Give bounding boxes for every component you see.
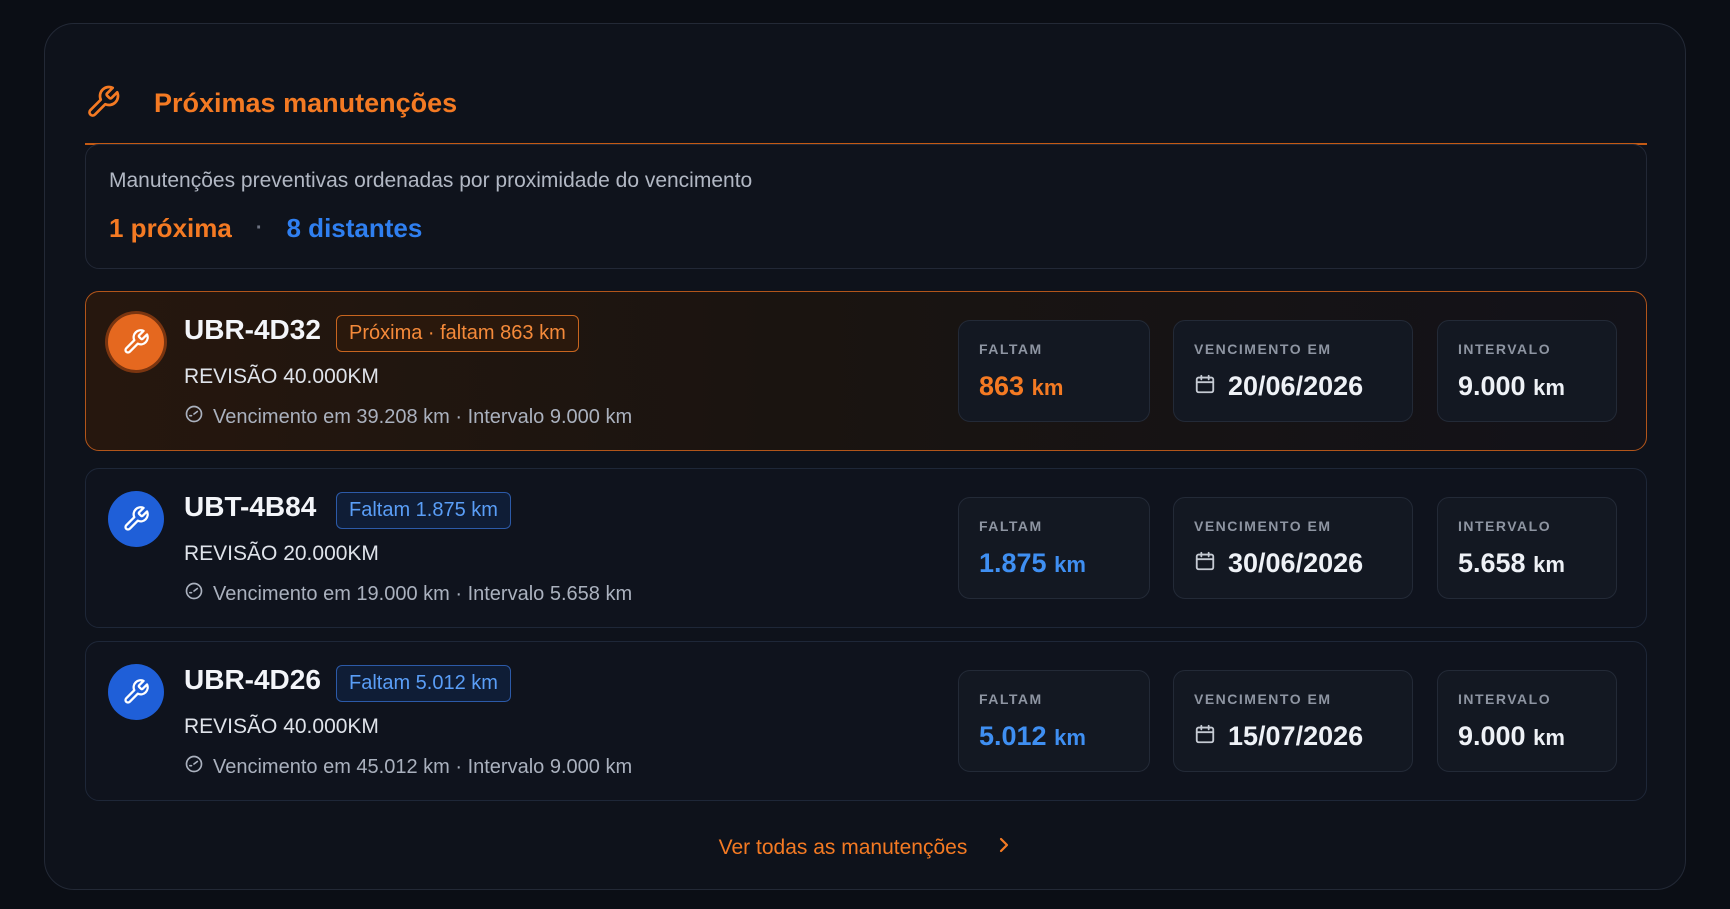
- due-date-value: 30/06/2026: [1194, 548, 1363, 579]
- interval-label: INTERVALO: [1458, 518, 1552, 534]
- due-date-box: VENCIMENTO EM 30/06/2026: [1173, 497, 1413, 599]
- calendar-icon: [1194, 548, 1216, 579]
- summary-counts: 1 próxima · 8 distantes: [109, 213, 422, 244]
- due-meta: Vencimento em 19.000 km · Intervalo 5.65…: [184, 581, 632, 607]
- wrench-icon: [85, 84, 121, 120]
- wrench-icon: [108, 664, 164, 720]
- due-date-box: VENCIMENTO EM 15/07/2026: [1173, 670, 1413, 772]
- due-date-box: VENCIMENTO EM 20/06/2026: [1173, 320, 1413, 422]
- vehicle-plate: UBT-4B84: [184, 491, 317, 522]
- service-name: REVISÃO 40.000KM: [184, 715, 379, 738]
- gauge-icon: [184, 581, 204, 607]
- calendar-icon: [1194, 371, 1216, 402]
- gauge-icon: [184, 754, 204, 780]
- status-badge: Próxima · faltam 863 km: [336, 315, 579, 352]
- remaining-value: 863 km: [979, 371, 1064, 401]
- due-date-label: VENCIMENTO EM: [1194, 518, 1332, 534]
- near-count: 1 próxima: [109, 213, 232, 243]
- remaining-box: FALTAM 1.875 km: [958, 497, 1150, 599]
- summary-panel: Manutenções preventivas ordenadas por pr…: [85, 144, 1647, 269]
- due-date-value: 15/07/2026: [1194, 721, 1363, 752]
- remaining-box: FALTAM 5.012 km: [958, 670, 1150, 772]
- maintenance-item[interactable]: UBR-4D32 Próxima · faltam 863 km REVISÃO…: [85, 291, 1647, 451]
- summary-description: Manutenções preventivas ordenadas por pr…: [109, 169, 753, 192]
- maintenance-item[interactable]: UBT-4B84 Faltam 1.875 km REVISÃO 20.000K…: [85, 468, 1647, 628]
- vehicle-plate: UBR-4D26: [184, 664, 321, 695]
- due-date-value: 20/06/2026: [1194, 371, 1363, 402]
- interval-box: INTERVALO 9.000 km: [1437, 320, 1617, 422]
- wrench-icon: [108, 314, 164, 370]
- wrench-icon: [108, 491, 164, 547]
- far-count: 8 distantes: [286, 213, 423, 243]
- due-date-label: VENCIMENTO EM: [1194, 691, 1332, 707]
- service-name: REVISÃO 40.000KM: [184, 365, 379, 388]
- remaining-value: 5.012 km: [979, 721, 1086, 751]
- status-badge: Faltam 1.875 km: [336, 492, 511, 529]
- interval-value: 9.000 km: [1458, 721, 1565, 751]
- interval-value: 9.000 km: [1458, 371, 1565, 401]
- remaining-value: 1.875 km: [979, 548, 1086, 578]
- view-all-link[interactable]: Ver todas as manutenções: [45, 836, 1685, 860]
- remaining-label: FALTAM: [979, 518, 1043, 534]
- due-meta: Vencimento em 39.208 km · Intervalo 9.00…: [184, 404, 632, 430]
- due-meta: Vencimento em 45.012 km · Intervalo 9.00…: [184, 754, 632, 780]
- interval-label: INTERVALO: [1458, 341, 1552, 357]
- maintenance-card: Próximas manutenções Manutenções prevent…: [44, 23, 1686, 890]
- remaining-label: FALTAM: [979, 691, 1043, 707]
- chevron-right-icon: [997, 836, 1011, 860]
- interval-label: INTERVALO: [1458, 691, 1552, 707]
- remaining-label: FALTAM: [979, 341, 1043, 357]
- calendar-icon: [1194, 721, 1216, 752]
- due-date-label: VENCIMENTO EM: [1194, 341, 1332, 357]
- interval-box: INTERVALO 9.000 km: [1437, 670, 1617, 772]
- service-name: REVISÃO 20.000KM: [184, 542, 379, 565]
- due-meta-text: Vencimento em 19.000 km · Intervalo 5.65…: [213, 582, 633, 605]
- card-title: Próximas manutenções: [154, 88, 458, 118]
- interval-value: 5.658 km: [1458, 548, 1565, 578]
- maintenance-item[interactable]: UBR-4D26 Faltam 5.012 km REVISÃO 40.000K…: [85, 641, 1647, 801]
- due-meta-text: Vencimento em 45.012 km · Intervalo 9.00…: [213, 755, 633, 778]
- view-all-label: Ver todas as manutenções: [718, 836, 968, 859]
- count-separator: ·: [255, 217, 263, 239]
- interval-box: INTERVALO 5.658 km: [1437, 497, 1617, 599]
- status-badge: Faltam 5.012 km: [336, 665, 511, 702]
- vehicle-plate: UBR-4D32: [184, 314, 321, 345]
- due-meta-text: Vencimento em 39.208 km · Intervalo 9.00…: [213, 405, 633, 428]
- remaining-box: FALTAM 863 km: [958, 320, 1150, 422]
- card-header: Próximas manutenções: [85, 62, 1647, 145]
- gauge-icon: [184, 404, 204, 430]
